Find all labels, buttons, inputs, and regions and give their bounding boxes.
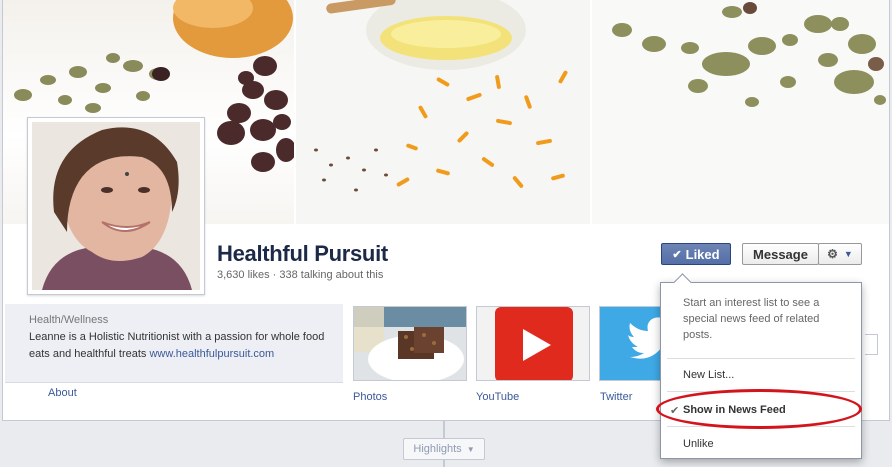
message-button-label: Message — [753, 246, 808, 262]
page-category: Health/Wellness — [29, 314, 109, 326]
photos-thumbnail[interactable] — [353, 306, 467, 381]
chevron-down-icon: ▼ — [466, 444, 475, 454]
photos-label[interactable]: Photos — [353, 391, 387, 403]
interest-list-description: Start an interest list to see a special … — [683, 297, 820, 341]
gear-icon: ⚙ — [827, 247, 838, 261]
checkmark-icon: ✔ — [672, 248, 682, 261]
liked-button[interactable]: ✔ Liked — [661, 243, 731, 265]
new-list-item[interactable]: New List... — [683, 369, 734, 381]
youtube-thumbnail[interactable] — [476, 306, 590, 381]
profile-picture[interactable] — [27, 117, 205, 295]
more-apps-toggle[interactable] — [865, 334, 878, 355]
settings-dropdown-button[interactable]: ⚙ ▼ — [818, 243, 862, 265]
website-link[interactable]: www.healthfulpursuit.com — [149, 348, 274, 360]
cover-panel-honey-orange-zest — [296, 0, 590, 224]
about-link[interactable]: About — [48, 387, 77, 399]
liked-button-label: Liked — [685, 246, 720, 262]
highlights-label: Highlights — [413, 443, 462, 455]
page-stats: 3,630 likes · 338 talking about this — [217, 269, 384, 281]
cover-panel-cardamom-pods — [592, 0, 889, 224]
twitter-label[interactable]: Twitter — [600, 391, 632, 403]
avatar — [32, 122, 200, 290]
annotation-highlight-oval — [656, 389, 862, 429]
highlights-dropdown[interactable]: Highlights ▼ — [403, 438, 485, 460]
chevron-down-icon: ▼ — [843, 249, 853, 259]
menu-divider — [667, 358, 855, 359]
unlike-item[interactable]: Unlike — [683, 438, 714, 450]
liked-dropdown-menu: Start an interest list to see a special … — [660, 273, 862, 459]
page-description: Leanne is a Holistic Nutritionist with a… — [29, 329, 329, 363]
youtube-label[interactable]: YouTube — [476, 391, 519, 403]
page-title[interactable]: Healthful Pursuit — [217, 241, 388, 267]
message-button[interactable]: Message — [742, 243, 819, 265]
